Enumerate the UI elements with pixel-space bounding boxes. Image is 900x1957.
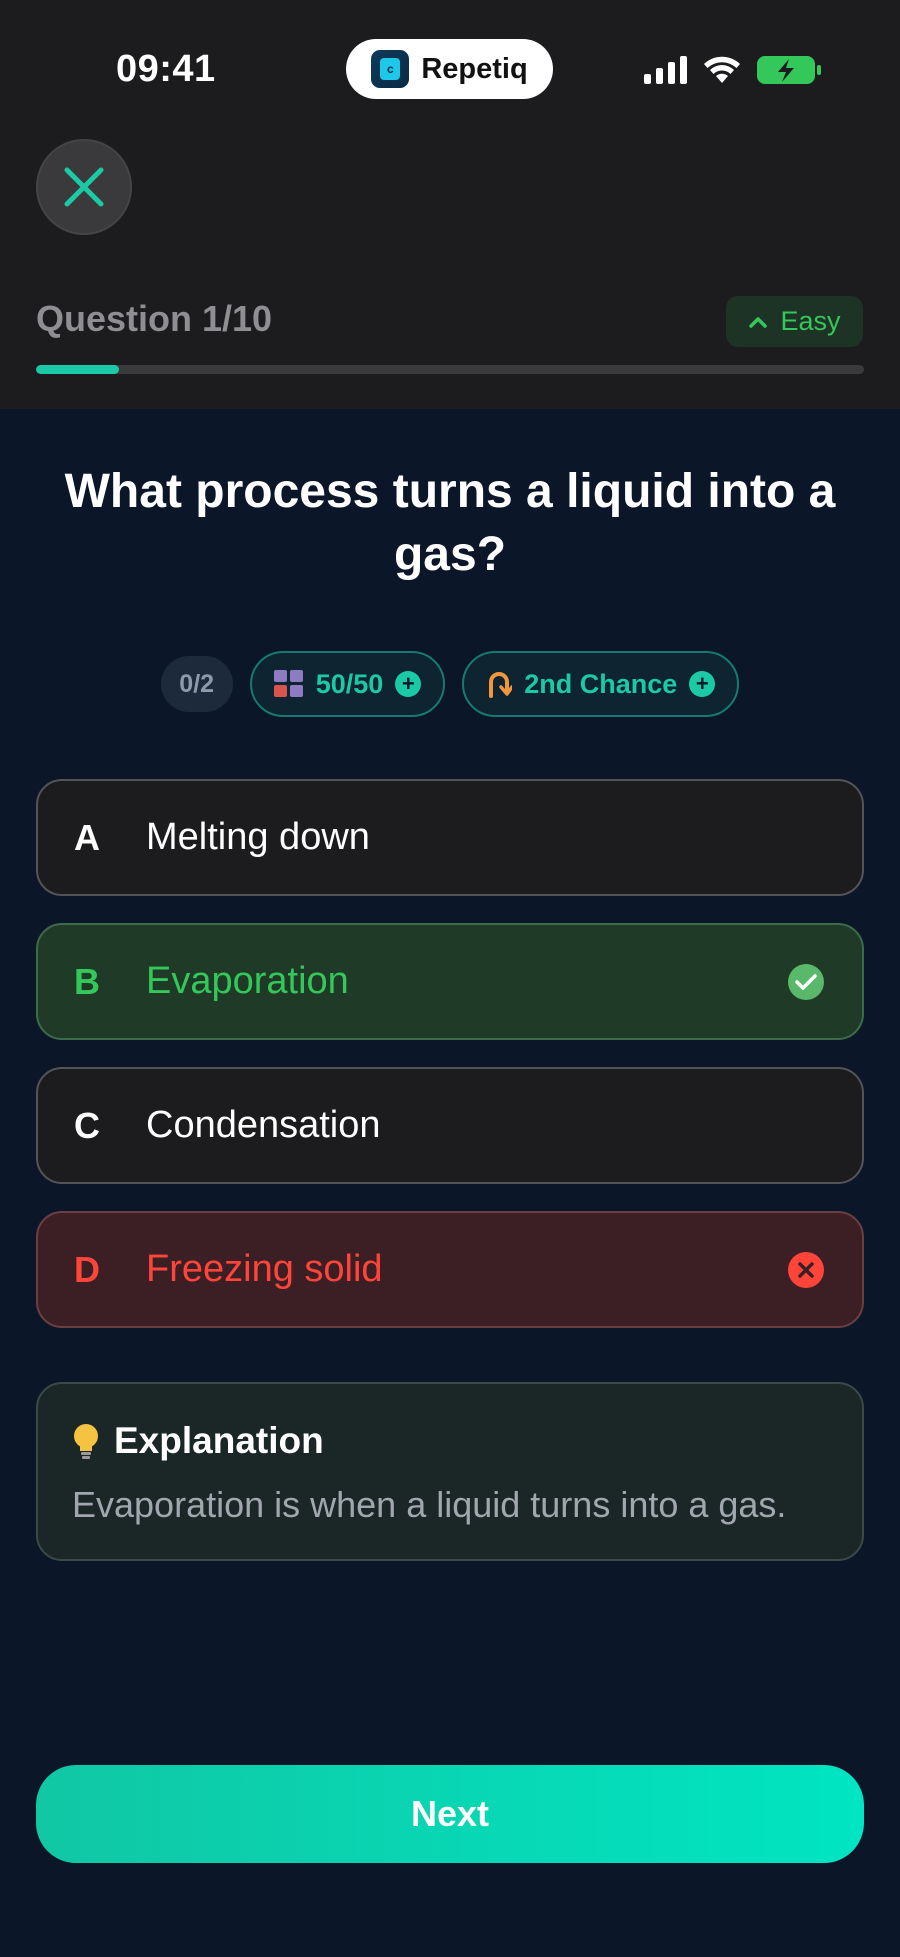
app-name: Repetiq	[421, 52, 528, 85]
progress-fill	[36, 365, 119, 374]
chevron-up-icon	[749, 316, 768, 328]
answer-option-a[interactable]: A Melting down	[36, 779, 864, 896]
progress-bar	[36, 365, 864, 374]
second-chance-button[interactable]: 2nd Chance +	[462, 651, 740, 717]
difficulty-badge: Easy	[726, 296, 863, 347]
option-letter: A	[74, 816, 100, 858]
x-mark-icon	[788, 1251, 824, 1288]
top-header-area: 09:41 c Repetiq Question 1/10 Easy	[0, 0, 900, 409]
answer-option-d[interactable]: D Freezing solid	[36, 1211, 864, 1328]
option-letter: D	[74, 1248, 100, 1290]
option-text: Melting down	[146, 816, 370, 858]
option-letter: B	[74, 960, 100, 1002]
close-icon	[64, 167, 104, 207]
fifty-fifty-label: 50/50	[315, 668, 384, 699]
lightbulb-icon	[74, 1424, 98, 1459]
answer-option-b[interactable]: B Evaporation	[36, 923, 864, 1040]
explanation-header: Explanation	[72, 1420, 324, 1462]
option-letter: C	[74, 1104, 100, 1146]
signal-icon	[644, 56, 687, 84]
next-button[interactable]: Next	[36, 1765, 864, 1863]
option-text: Condensation	[146, 1104, 381, 1146]
answer-option-c[interactable]: C Condensation	[36, 1067, 864, 1184]
plus-icon: +	[395, 671, 422, 697]
difficulty-label: Easy	[780, 306, 841, 336]
lifelines-row: 0/2 50/50 + 2nd Chance +	[0, 651, 900, 717]
battery-charging-icon	[757, 56, 821, 84]
app-icon: c	[371, 50, 410, 88]
explanation-card: Explanation Evaporation is when a liquid…	[36, 1382, 864, 1561]
fifty-fifty-icon	[273, 670, 303, 697]
lifeline-counter: 0/2	[160, 656, 233, 712]
fifty-fifty-button[interactable]: 50/50 +	[249, 651, 446, 717]
wifi-icon	[704, 56, 740, 83]
explanation-body: Evaporation is when a liquid turns into …	[72, 1484, 787, 1525]
question-text: What process turns a liquid into a gas?	[64, 465, 836, 581]
question-counter: Question 1/10	[36, 298, 273, 339]
u-turn-arrow-icon	[489, 672, 513, 698]
option-text: Freezing solid	[146, 1248, 383, 1290]
option-text: Evaporation	[146, 960, 349, 1002]
second-chance-label: 2nd Chance	[524, 668, 678, 699]
status-time: 09:41	[116, 48, 216, 90]
close-button[interactable]	[36, 139, 132, 235]
status-icons	[644, 55, 822, 85]
plus-icon: +	[689, 671, 716, 697]
explanation-title: Explanation	[114, 1420, 324, 1461]
check-icon	[788, 963, 824, 1000]
app-pill: c Repetiq	[346, 39, 553, 99]
